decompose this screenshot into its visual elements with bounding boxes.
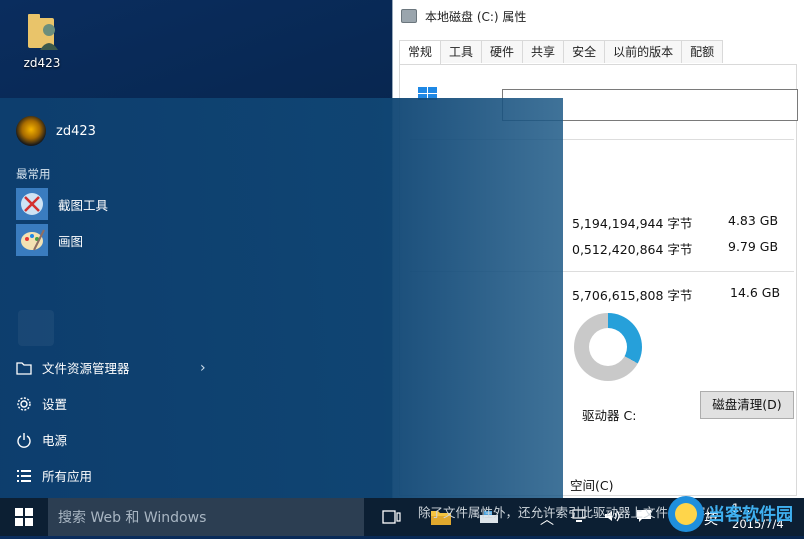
tab-previous-versions[interactable]: 以前的版本 <box>604 40 683 63</box>
folder-icon <box>16 360 32 376</box>
search-box[interactable]: 搜索 Web 和 Windows <box>48 498 364 536</box>
start-all-apps[interactable]: 所有应用 <box>16 466 92 485</box>
app-snipping-tool[interactable]: 截图工具 <box>16 188 108 220</box>
search-placeholder: 搜索 Web 和 Windows <box>58 510 207 526</box>
user-name: zd423 <box>56 123 96 139</box>
app-label: 画图 <box>58 233 84 249</box>
snipping-tool-icon <box>16 188 48 220</box>
used-space-gb: 4.83 GB <box>728 213 779 228</box>
chevron-right-icon[interactable]: › <box>200 360 206 376</box>
start-settings[interactable]: 设置 <box>16 394 67 413</box>
app-label: 截图工具 <box>58 197 109 213</box>
app-paint[interactable]: 画图 <box>16 224 83 256</box>
start-power[interactable]: 电源 <box>16 430 67 449</box>
tab-security[interactable]: 安全 <box>563 40 606 63</box>
item-label: 设置 <box>42 397 68 412</box>
window-titlebar[interactable]: 本地磁盘 (C:) 属性 <box>393 0 804 32</box>
tab-sharing[interactable]: 共享 <box>522 40 565 63</box>
window-title: 本地磁盘 (C:) 属性 <box>425 9 527 24</box>
capacity-gb: 14.6 GB <box>730 285 781 300</box>
watermark-logo: 当客软件园 <box>664 492 804 536</box>
item-label: 所有应用 <box>42 469 93 484</box>
paint-icon <box>16 224 48 256</box>
placeholder-tile <box>18 310 54 346</box>
tab-general[interactable]: 常规 <box>399 40 442 65</box>
free-space-bytes: 0,512,420,864 字节 <box>572 242 693 257</box>
used-space-bytes: 5,194,194,944 字节 <box>572 216 693 231</box>
compress-option-label: 空间(C) <box>570 478 614 493</box>
tab-hardware[interactable]: 硬件 <box>481 40 524 63</box>
start-menu-left-pane: zd423 最常用 截图工具 画图 文件资源管理器 › 设置 电源 所有应用 <box>0 98 220 498</box>
avatar <box>16 116 46 146</box>
tab-quota[interactable]: 配额 <box>681 40 724 63</box>
svg-text:当客软件园: 当客软件园 <box>708 504 793 525</box>
user-account[interactable]: zd423 <box>16 116 96 146</box>
disk-usage-donut <box>574 313 642 381</box>
capacity-bytes: 5,706,615,808 字节 <box>572 288 693 303</box>
start-button[interactable] <box>0 498 48 536</box>
tab-tools[interactable]: 工具 <box>440 40 483 63</box>
gear-icon <box>16 396 32 412</box>
power-icon <box>16 432 32 448</box>
start-file-explorer[interactable]: 文件资源管理器 <box>16 358 130 377</box>
task-view-icon[interactable] <box>382 507 402 527</box>
drive-title-icon <box>401 9 417 23</box>
desktop-user-folder[interactable]: zd423 <box>14 8 70 70</box>
list-icon <box>16 468 32 484</box>
start-menu: zd423 最常用 截图工具 画图 文件资源管理器 › 设置 电源 所有应用 <box>0 98 563 498</box>
drive-label: 驱动器 C: <box>582 408 637 423</box>
disk-cleanup-button[interactable]: 磁盘清理(D) <box>700 391 794 419</box>
user-folder-icon <box>22 8 62 52</box>
free-space-gb: 9.79 GB <box>728 239 779 254</box>
desktop-icon-label: zd423 <box>23 56 61 70</box>
windows-logo-icon <box>15 508 33 526</box>
most-used-heading: 最常用 <box>16 167 51 181</box>
item-label: 文件资源管理器 <box>42 361 130 376</box>
property-tabs: 常规 工具 硬件 共享 安全 以前的版本 配额 <box>399 40 724 65</box>
item-label: 电源 <box>42 433 68 448</box>
